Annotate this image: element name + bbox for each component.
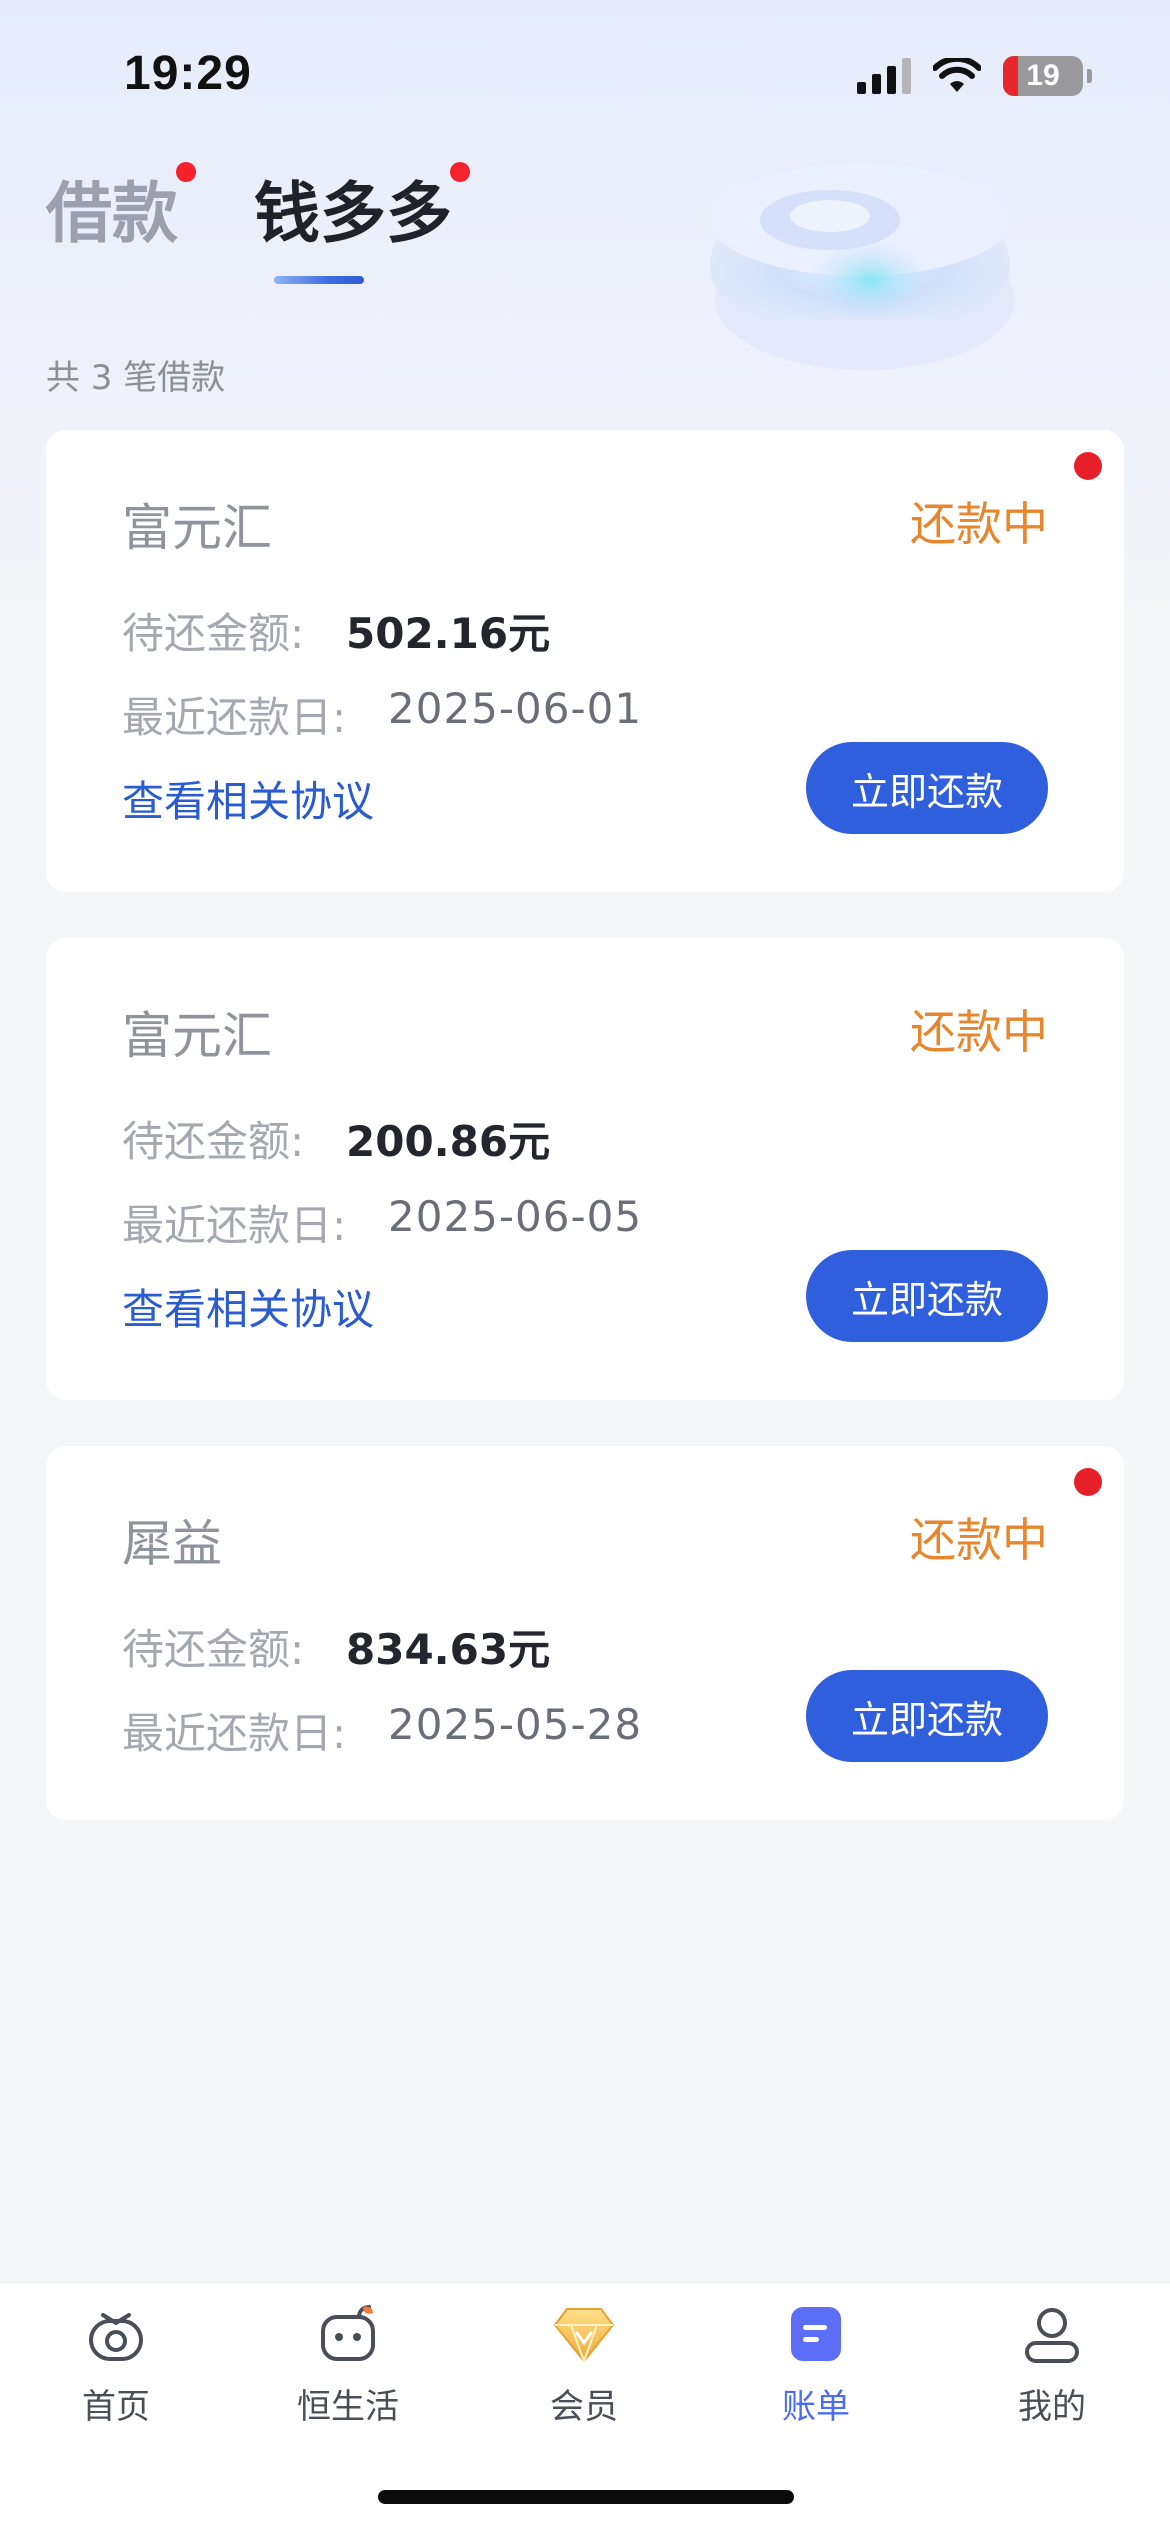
card-badge (1074, 452, 1102, 480)
nav-label: 恒生活 (297, 2387, 399, 2427)
view-agreement-link[interactable]: 查看相关协议 (122, 1276, 374, 1337)
amount-due: 502.16元 (346, 609, 551, 658)
amount-label: 待还金额: (122, 609, 305, 658)
tab-loan-badge (176, 162, 196, 182)
repayment-status: 还款中 (910, 497, 1048, 551)
nav-label: 会员 (550, 2387, 618, 2427)
repay-now-button[interactable]: 立即还款 (806, 1250, 1048, 1342)
home-money-icon (81, 2299, 151, 2369)
lender-name: 富元汇 (122, 1007, 272, 1065)
battery-cap (1087, 69, 1092, 83)
amount-due: 834.63元 (346, 1625, 551, 1674)
view-agreement-link[interactable]: 查看相关协议 (122, 768, 374, 829)
repayment-status: 还款中 (910, 1005, 1048, 1059)
card-badge (1074, 1468, 1102, 1496)
due-date-label: 最近还款日: (122, 693, 347, 742)
nav-label: 我的 (1018, 2387, 1086, 2427)
status-time: 19:29 (124, 47, 252, 100)
loan-card: 富元汇 还款中 待还金额: 200.86元 最近还款日: 2025-06-05 … (46, 938, 1124, 1400)
life-robot-icon (313, 2299, 383, 2369)
repayment-status: 还款中 (910, 1513, 1048, 1567)
tab-qianduoduo[interactable]: 钱多多 (254, 160, 452, 256)
active-tab-indicator (274, 276, 364, 284)
nav-label: 首页 (82, 2387, 150, 2427)
due-date: 2025-06-01 (388, 684, 643, 733)
bill-icon (781, 2299, 851, 2369)
tab-qianduoduo-badge (450, 162, 470, 182)
due-date: 2025-06-05 (388, 1192, 643, 1241)
repay-now-button[interactable]: 立即还款 (806, 1670, 1048, 1762)
amount-label: 待还金额: (122, 1117, 305, 1166)
profile-icon (1017, 2299, 1087, 2369)
loan-card: 犀益 还款中 待还金额: 834.63元 最近还款日: 2025-05-28 立… (46, 1446, 1124, 1820)
nav-life[interactable]: 恒生活 (258, 2299, 438, 2428)
status-icons: 19 (857, 56, 1092, 96)
nav-home[interactable]: 首页 (26, 2299, 206, 2428)
amount-label: 待还金额: (122, 1625, 305, 1674)
loan-count: 共 3 笔借款 (46, 358, 226, 398)
lender-name: 富元汇 (122, 499, 272, 557)
wifi-icon (933, 58, 981, 92)
repay-now-button[interactable]: 立即还款 (806, 742, 1048, 834)
member-diamond-icon (549, 2299, 619, 2369)
lender-name: 犀益 (122, 1515, 222, 1573)
battery-percent: 19 (1026, 59, 1060, 92)
tab-loan[interactable]: 借款 (46, 160, 178, 256)
cellular-signal-icon (857, 58, 911, 94)
decorative-ring-icon (710, 164, 1015, 370)
nav-label: 账单 (782, 2387, 850, 2427)
home-indicator (378, 2490, 794, 2504)
bills-page: 19:29 19 借款 钱多多 共 3 笔借款 富元汇 还款中 待还金额: 50… (0, 0, 1170, 2532)
battery-icon: 19 (1003, 56, 1083, 96)
nav-bill[interactable]: 账单 (726, 2299, 906, 2428)
due-date: 2025-05-28 (388, 1700, 643, 1749)
due-date-label: 最近还款日: (122, 1201, 347, 1250)
nav-member[interactable]: 会员 (494, 2299, 674, 2428)
loan-card: 富元汇 还款中 待还金额: 502.16元 最近还款日: 2025-06-01 … (46, 430, 1124, 892)
nav-profile[interactable]: 我的 (962, 2299, 1142, 2428)
due-date-label: 最近还款日: (122, 1709, 347, 1758)
amount-due: 200.86元 (346, 1117, 551, 1166)
